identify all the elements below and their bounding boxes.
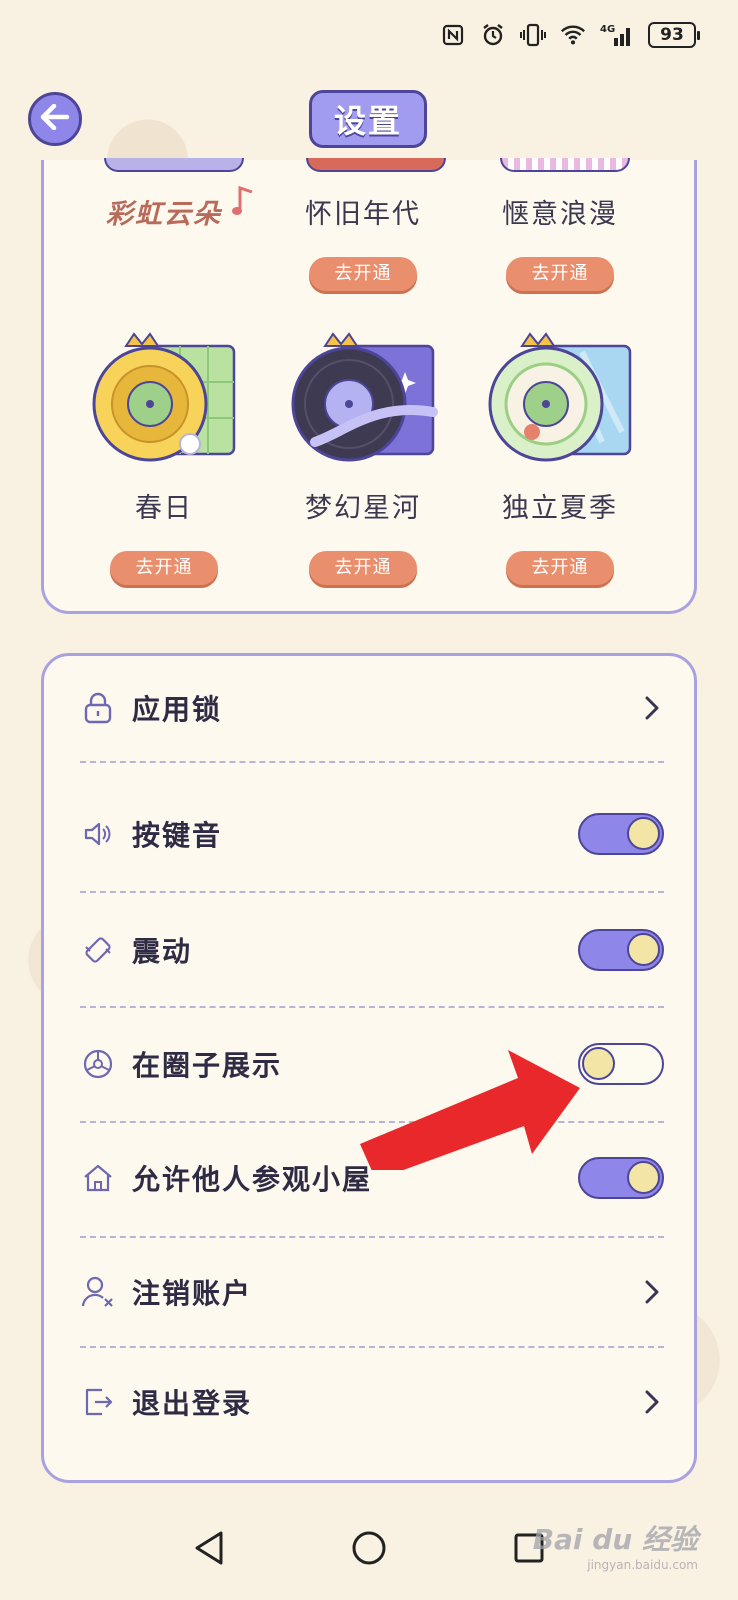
circle-icon xyxy=(80,1046,116,1082)
setting-label: 退出登录 xyxy=(132,1387,253,1420)
theme-art-spring xyxy=(86,332,242,472)
logout-icon xyxy=(80,1384,116,1420)
vibration-toggle[interactable] xyxy=(578,929,664,971)
svg-text:4G: 4G xyxy=(600,24,615,35)
chevron-right-icon xyxy=(640,696,664,720)
setting-label: 应用锁 xyxy=(132,693,223,726)
setting-delete-account[interactable]: 注销账户 xyxy=(80,1262,664,1322)
theme-name: 怀旧年代 xyxy=(305,199,421,230)
theme-indie-summer[interactable]: 独立夏季 去开通 xyxy=(460,332,660,585)
battery-indicator: 93 xyxy=(648,22,700,48)
vibration-icon xyxy=(80,932,116,968)
back-button[interactable] xyxy=(28,92,82,146)
toggle-knob xyxy=(627,933,660,966)
house-icon xyxy=(80,1160,116,1196)
theme-art-nostalgic xyxy=(306,158,446,172)
chevron-right-icon xyxy=(640,1280,664,1304)
toggle-knob xyxy=(627,817,660,850)
theme-cozy-romantic[interactable]: 惬意浪漫 去开通 xyxy=(460,192,660,291)
watermark: Bai du 经验 jingyan.baidu.com xyxy=(533,1518,698,1572)
setting-logout[interactable]: 退出登录 xyxy=(80,1372,664,1432)
wifi-icon xyxy=(560,22,586,48)
activate-button[interactable]: 去开通 xyxy=(506,551,614,585)
back-triangle-icon[interactable] xyxy=(193,1530,225,1570)
show-in-circle-toggle[interactable] xyxy=(578,1043,664,1085)
status-bar: 4G 93 xyxy=(0,0,738,70)
theme-name: 独立夏季 xyxy=(502,493,618,524)
divider xyxy=(80,1346,664,1348)
theme-name: 梦幻星河 xyxy=(305,493,421,524)
divider xyxy=(80,891,664,893)
theme-name: 惬意浪漫 xyxy=(502,199,618,230)
divider xyxy=(80,1236,664,1238)
theme-art-galaxy xyxy=(285,332,441,472)
setting-label: 按键音 xyxy=(132,819,223,852)
signal-4g-icon: 4G xyxy=(600,22,634,48)
theme-card: 彩虹云朵 怀旧年代 去开通 惬意浪漫 去开通 春日 去开通 梦幻星河 去开通 独… xyxy=(41,158,697,614)
theme-spring-day[interactable]: 春日 去开通 xyxy=(64,332,264,585)
alarm-icon xyxy=(480,22,506,48)
theme-art-summer xyxy=(482,332,638,472)
divider xyxy=(80,761,664,763)
speaker-icon xyxy=(80,816,116,852)
allow-visit-toggle[interactable] xyxy=(578,1157,664,1199)
activate-button[interactable]: 去开通 xyxy=(309,257,417,291)
theme-art-rainbow xyxy=(104,158,244,172)
key-sound-toggle[interactable] xyxy=(578,813,664,855)
home-circle-icon[interactable] xyxy=(351,1530,387,1570)
theme-dream-galaxy[interactable]: 梦幻星河 去开通 xyxy=(263,332,463,585)
activate-button[interactable]: 去开通 xyxy=(309,551,417,585)
page-title: 设置 xyxy=(309,90,427,148)
red-arrow-annotation xyxy=(360,1050,580,1170)
lock-icon xyxy=(80,690,116,726)
vibrate-icon xyxy=(520,22,546,48)
theme-name: 春日 xyxy=(135,493,193,524)
watermark-url: jingyan.baidu.com xyxy=(587,1558,698,1572)
setting-app-lock[interactable]: 应用锁 xyxy=(80,678,664,738)
setting-label: 震动 xyxy=(132,935,193,968)
theme-rainbow-cloud[interactable]: 彩虹云朵 xyxy=(64,185,264,231)
divider xyxy=(80,1006,664,1008)
arrow-left-icon xyxy=(40,103,70,134)
activate-button[interactable]: 去开通 xyxy=(506,257,614,291)
theme-nostalgic-era[interactable]: 怀旧年代 去开通 xyxy=(263,192,463,291)
chevron-right-icon xyxy=(640,1390,664,1414)
nfc-icon xyxy=(440,22,466,48)
watermark-brand: Bai du 经验 xyxy=(532,1523,698,1556)
setting-key-sound[interactable]: 按键音 xyxy=(80,804,664,864)
user-remove-icon xyxy=(80,1274,116,1310)
activate-button[interactable]: 去开通 xyxy=(110,551,218,585)
theme-art-romantic xyxy=(500,158,630,172)
setting-vibration[interactable]: 震动 xyxy=(80,920,664,980)
toggle-knob xyxy=(627,1161,660,1194)
setting-label: 注销账户 xyxy=(132,1277,253,1310)
music-note-icon xyxy=(232,185,253,215)
